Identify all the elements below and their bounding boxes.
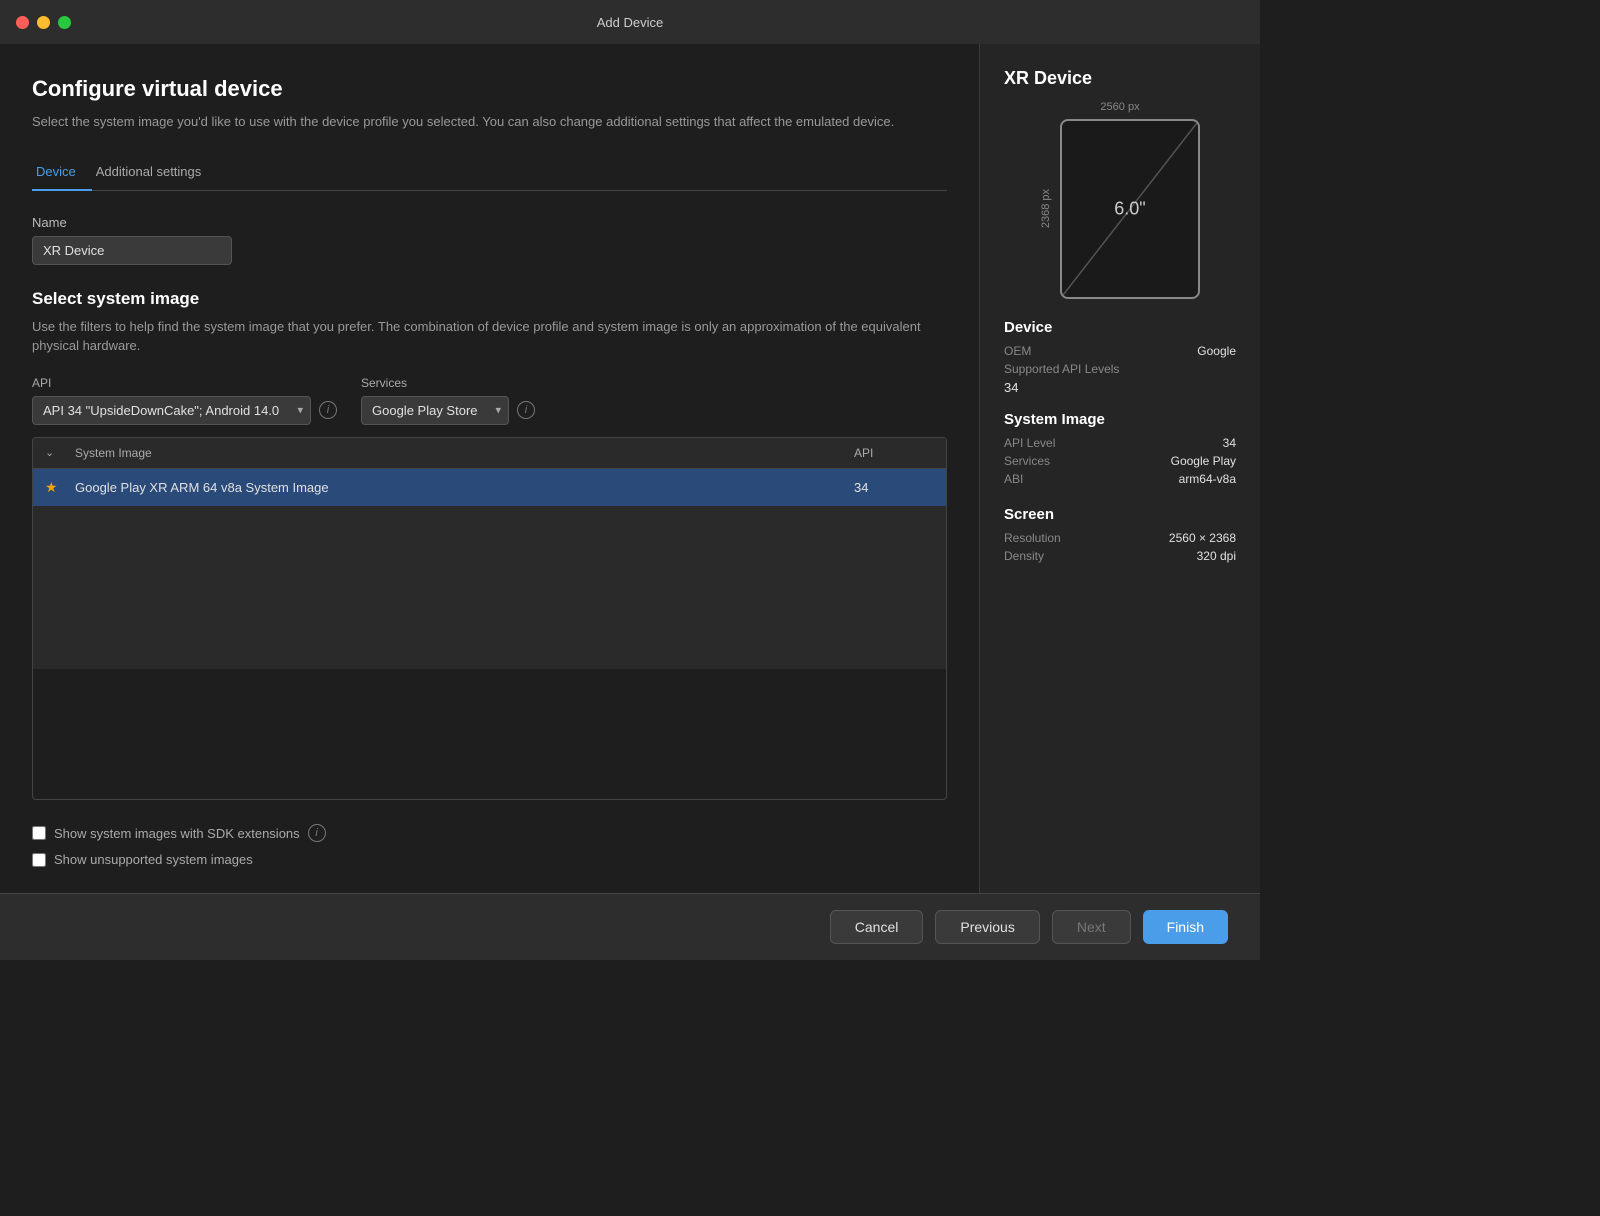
minimize-button[interactable] xyxy=(37,16,50,29)
cancel-button[interactable]: Cancel xyxy=(830,910,924,944)
device-info-section: Device OEM Google Supported API Levels 3… xyxy=(1004,319,1236,395)
section-title: Select system image xyxy=(32,289,947,309)
checkbox-sdk-row: Show system images with SDK extensions i xyxy=(32,824,947,842)
system-image-info-section: System Image API Level 34 Services Googl… xyxy=(1004,411,1236,490)
section-subtitle: Use the filters to help find the system … xyxy=(32,317,947,356)
device-section-title: Device xyxy=(1004,319,1236,336)
px-label-top: 2560 px xyxy=(1100,101,1139,113)
checkbox-sdk[interactable] xyxy=(32,826,46,840)
api-info-icon[interactable]: i xyxy=(319,401,337,419)
api-filter-label: API xyxy=(32,376,337,390)
device-diagonal-label: 6.0" xyxy=(1114,199,1145,220)
tab-additional-settings[interactable]: Additional settings xyxy=(92,156,218,191)
api-select-wrapper: API 34 "UpsideDownCake"; Android 14.0 xyxy=(32,396,311,425)
oem-value: Google xyxy=(1197,344,1236,358)
finish-button[interactable]: Finish xyxy=(1143,910,1228,944)
window-controls xyxy=(16,16,71,29)
abi-label: ABI xyxy=(1004,472,1023,486)
abi-value: arm64-v8a xyxy=(1179,472,1236,486)
system-image-table-container: ⌄ System Image API ★ Google Play XR ARM … xyxy=(32,437,947,817)
left-panel: Configure virtual device Select the syst… xyxy=(0,44,980,893)
table-header: ⌄ System Image API xyxy=(33,438,946,469)
table-body: ★ Google Play XR ARM 64 v8a System Image… xyxy=(33,469,946,669)
api-filter-select-wrapper: API 34 "UpsideDownCake"; Android 14.0 i xyxy=(32,396,337,425)
name-input[interactable] xyxy=(32,236,232,265)
checkbox-unsupported-row: Show unsupported system images xyxy=(32,852,947,867)
checkbox-group: Show system images with SDK extensions i… xyxy=(32,816,947,877)
screen-info-section: Screen Resolution 2560 × 2368 Density 32… xyxy=(1004,506,1236,567)
oem-label: OEM xyxy=(1004,344,1031,358)
services-row: Services Google Play xyxy=(1004,454,1236,468)
api-levels-row: Supported API Levels xyxy=(1004,362,1236,376)
screen-section-title: Screen xyxy=(1004,506,1236,523)
tab-bar: Device Additional settings xyxy=(32,156,947,191)
api-filter-group: API API 34 "UpsideDownCake"; Android 14.… xyxy=(32,376,337,425)
api-level-value: 34 xyxy=(1223,436,1236,450)
resolution-value: 2560 × 2368 xyxy=(1169,531,1236,545)
px-label-side: 2368 px xyxy=(1040,189,1052,228)
api-levels-value: 34 xyxy=(1004,380,1236,395)
services-label: Services xyxy=(1004,454,1050,468)
sdk-info-icon[interactable]: i xyxy=(308,824,326,842)
services-value: Google Play xyxy=(1171,454,1236,468)
close-button[interactable] xyxy=(16,16,29,29)
api-select[interactable]: API 34 "UpsideDownCake"; Android 14.0 xyxy=(32,396,311,425)
page-subtitle: Select the system image you'd like to us… xyxy=(32,112,947,132)
checkbox-unsupported[interactable] xyxy=(32,853,46,867)
main-layout: Configure virtual device Select the syst… xyxy=(0,44,1260,893)
oem-row: OEM Google xyxy=(1004,344,1236,358)
services-filter-select-wrapper: Google Play Store i xyxy=(361,396,535,425)
titlebar: Add Device xyxy=(0,0,1260,44)
checkbox-sdk-label[interactable]: Show system images with SDK extensions xyxy=(54,826,300,841)
abi-row: ABI arm64-v8a xyxy=(1004,472,1236,486)
next-button[interactable]: Next xyxy=(1052,910,1131,944)
tab-device[interactable]: Device xyxy=(32,156,92,191)
row-api-level: 34 xyxy=(854,480,934,495)
table-row[interactable]: ★ Google Play XR ARM 64 v8a System Image… xyxy=(33,469,946,506)
col-api: API xyxy=(854,446,934,460)
sort-icon[interactable]: ⌄ xyxy=(45,446,75,460)
name-label: Name xyxy=(32,215,947,230)
checkbox-unsupported-label[interactable]: Show unsupported system images xyxy=(54,852,253,867)
api-level-label: API Level xyxy=(1004,436,1055,450)
col-system-image: System Image xyxy=(75,446,854,460)
services-select[interactable]: Google Play Store xyxy=(361,396,509,425)
resolution-label: Resolution xyxy=(1004,531,1061,545)
services-select-wrapper: Google Play Store xyxy=(361,396,509,425)
maximize-button[interactable] xyxy=(58,16,71,29)
device-preview-title: XR Device xyxy=(1004,68,1236,89)
density-value: 320 dpi xyxy=(1197,549,1236,563)
preview-with-side-label: 2368 px 6.0" xyxy=(1040,119,1200,299)
bottom-bar: Cancel Previous Next Finish xyxy=(0,893,1260,960)
density-row: Density 320 dpi xyxy=(1004,549,1236,563)
services-filter-group: Services Google Play Store i xyxy=(361,376,535,425)
services-filter-label: Services xyxy=(361,376,535,390)
row-system-image-name: Google Play XR ARM 64 v8a System Image xyxy=(75,480,854,495)
previous-button[interactable]: Previous xyxy=(935,910,1039,944)
system-image-table: ⌄ System Image API ★ Google Play XR ARM … xyxy=(32,437,947,801)
resolution-row: Resolution 2560 × 2368 xyxy=(1004,531,1236,545)
system-image-section-title: System Image xyxy=(1004,411,1236,428)
services-info-icon[interactable]: i xyxy=(517,401,535,419)
api-levels-label: Supported API Levels xyxy=(1004,362,1119,376)
api-level-row: API Level 34 xyxy=(1004,436,1236,450)
window-title: Add Device xyxy=(597,15,663,30)
device-mockup: 6.0" xyxy=(1060,119,1200,299)
filter-row: API API 34 "UpsideDownCake"; Android 14.… xyxy=(32,376,947,425)
page-title: Configure virtual device xyxy=(32,76,947,102)
right-panel: XR Device 2560 px 2368 px 6.0" Device OE… xyxy=(980,44,1260,893)
device-preview-area: 2560 px 2368 px 6.0" xyxy=(1004,101,1236,299)
star-icon: ★ xyxy=(45,479,75,496)
density-label: Density xyxy=(1004,549,1044,563)
